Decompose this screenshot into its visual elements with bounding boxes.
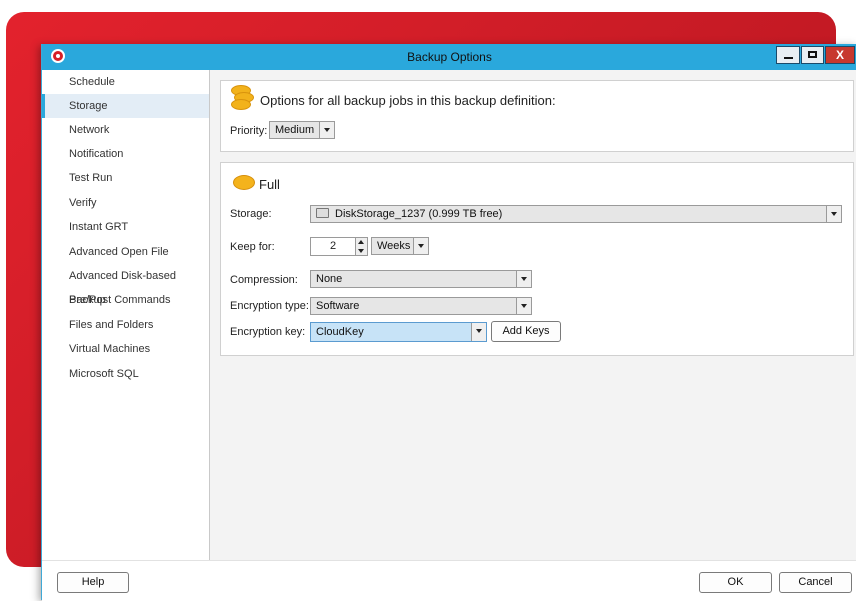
chevron-down-icon bbox=[516, 271, 531, 287]
encryption-type-value: Software bbox=[316, 300, 360, 312]
keep-for-label: Keep for: bbox=[230, 241, 275, 253]
compression-select[interactable]: None bbox=[310, 270, 532, 288]
keep-for-unit-select[interactable]: Weeks bbox=[371, 237, 429, 255]
compression-value: None bbox=[316, 273, 343, 285]
general-options-heading: Options for all backup jobs in this back… bbox=[260, 93, 556, 108]
chevron-down-icon bbox=[471, 323, 486, 341]
help-button[interactable]: Help bbox=[57, 572, 129, 593]
cancel-button[interactable]: Cancel bbox=[779, 572, 852, 593]
encryption-key-label: Encryption key: bbox=[230, 326, 306, 338]
encryption-type-label: Encryption type: bbox=[230, 300, 309, 312]
priority-label: Priority: bbox=[230, 125, 268, 137]
chevron-down-icon bbox=[319, 122, 334, 138]
chevron-down-icon bbox=[826, 206, 841, 222]
encryption-key-value: CloudKey bbox=[316, 326, 364, 338]
priority-select[interactable]: Medium bbox=[269, 121, 335, 139]
coins-icon bbox=[231, 85, 255, 110]
ok-button[interactable]: OK bbox=[699, 572, 772, 593]
storage-select[interactable]: DiskStorage_1237 (0.999 TB free) bbox=[310, 205, 842, 223]
storage-value: DiskStorage_1237 (0.999 TB free) bbox=[335, 208, 503, 220]
sidebar-item-files-and-folders[interactable]: Files and Folders bbox=[42, 313, 209, 337]
storage-options-pane: Options for all backup jobs in this back… bbox=[210, 70, 856, 560]
storage-label: Storage: bbox=[230, 208, 272, 220]
maximize-button[interactable] bbox=[801, 46, 824, 64]
full-heading: Full bbox=[259, 177, 280, 192]
disk-icon bbox=[316, 208, 329, 218]
sidebar-item-test-run[interactable]: Test Run bbox=[42, 166, 209, 190]
sidebar-item-microsoft-sql[interactable]: Microsoft SQL bbox=[42, 362, 209, 386]
compression-label: Compression: bbox=[230, 274, 298, 286]
add-keys-button[interactable]: Add Keys bbox=[491, 321, 561, 342]
sidebar-item-advanced-disk-backup[interactable]: Advanced Disk-based Backup bbox=[42, 264, 209, 306]
sidebar-item-verify[interactable]: Verify bbox=[42, 191, 209, 215]
sidebar-item-virtual-machines[interactable]: Virtual Machines bbox=[42, 337, 209, 361]
priority-value: Medium bbox=[275, 124, 315, 136]
close-button[interactable]: X bbox=[825, 46, 855, 64]
sidebar-item-instant-grt[interactable]: Instant GRT bbox=[42, 215, 209, 239]
keep-for-value: 2 bbox=[329, 240, 337, 252]
sidebar-item-storage[interactable]: Storage bbox=[42, 94, 209, 118]
general-options-panel: Options for all backup jobs in this back… bbox=[220, 80, 854, 152]
coin-icon bbox=[233, 175, 255, 190]
sidebar-item-schedule[interactable]: Schedule bbox=[42, 70, 209, 94]
sidebar-item-advanced-open-file[interactable]: Advanced Open File bbox=[42, 240, 209, 264]
options-sidebar: Schedule Storage Network Notification Te… bbox=[42, 70, 210, 560]
encryption-type-select[interactable]: Software bbox=[310, 297, 532, 315]
window-title: Backup Options bbox=[407, 50, 492, 64]
keep-for-unit-value: Weeks bbox=[377, 240, 411, 252]
encryption-key-select[interactable]: CloudKey bbox=[310, 322, 487, 342]
title-bar[interactable]: Backup Options X bbox=[42, 44, 856, 70]
sidebar-item-network[interactable]: Network bbox=[42, 118, 209, 142]
minimize-button[interactable] bbox=[776, 46, 800, 64]
sidebar-item-pre-post-commands[interactable]: Pre/Post Commands bbox=[42, 288, 209, 312]
keep-for-stepper[interactable]: 2 bbox=[310, 237, 368, 256]
dialog-footer: Help OK Cancel bbox=[42, 560, 856, 601]
stepper-arrows-icon[interactable] bbox=[355, 238, 367, 255]
sidebar-item-notification[interactable]: Notification bbox=[42, 142, 209, 166]
chevron-down-icon bbox=[413, 238, 428, 254]
chevron-down-icon bbox=[516, 298, 531, 314]
full-backup-panel: Full Storage: DiskStorage_1237 (0.999 TB… bbox=[220, 162, 854, 356]
backup-options-dialog: Backup Options X Schedule Storage Networ… bbox=[41, 44, 856, 601]
